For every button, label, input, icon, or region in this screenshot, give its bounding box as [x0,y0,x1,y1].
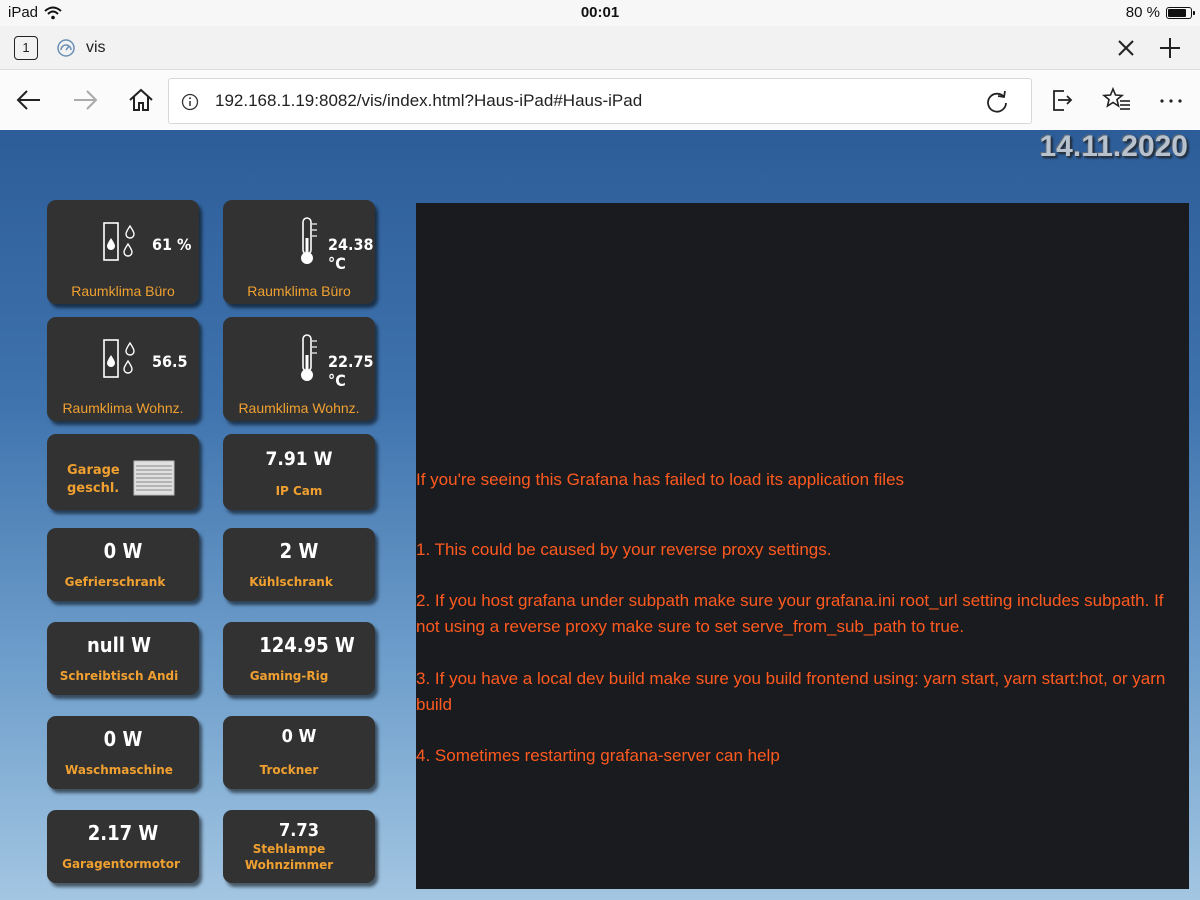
more-icon[interactable] [1156,85,1186,115]
widget-label: IP Cam [275,484,323,498]
grafana-error-item: 2. If you host grafana under subpath mak… [416,591,1164,636]
power-value: 2.17 W [87,821,159,845]
widget-label: Raumklima Büro [247,283,351,299]
climate-widget-buero-temperature[interactable]: 24.38 °C Raumklima Büro [223,200,375,304]
favorites-icon[interactable] [1102,85,1132,115]
grafana-error-item: 4. Sometimes restarting grafana-server c… [416,746,780,765]
power-widget-waschmaschine[interactable]: 0 W Waschmaschine [47,716,199,789]
widget-label: Gaming-Rig [249,669,329,683]
grafana-error-headline: If you're seeing this Grafana has failed… [416,470,905,489]
power-widget-garagentormotor[interactable]: 2.17 W Garagentormotor [47,810,199,883]
power-widget-stehlampe[interactable]: 7.73 Stehlampe Wohnzimmer [223,810,375,883]
battery-icon [1166,6,1195,19]
reload-icon[interactable] [983,88,1011,116]
tab-bar: 1 vis [0,26,1200,70]
widget-label-line2: Wohnzimmer [244,858,334,872]
close-icon[interactable] [1112,34,1140,62]
widget-label: Gefrierschrank [64,575,166,589]
power-value: 2 W [279,539,319,563]
humidity-value: 56.5 [152,352,188,371]
grafana-error-item: 1. This could be caused by your reverse … [416,540,832,559]
tab-vis[interactable]: vis [56,26,106,70]
power-value: 7.73 [279,820,319,841]
widget-label: Kühlschrank [249,575,333,589]
grafana-error-item: 3. If you have a local dev build make su… [416,669,1166,714]
temperature-value: 24.38 °C [328,235,374,273]
home-icon[interactable] [126,85,156,115]
widget-label: Trockner [259,763,319,777]
garage-status-line2: geschl. [67,481,120,496]
info-icon[interactable] [181,93,199,111]
garage-widget[interactable]: Garage geschl. [47,434,199,510]
battery-percent: 80 % [1125,4,1160,21]
widget-label: Raumklima Wohnz. [62,400,184,416]
tab-switcher-button[interactable]: 1 [14,36,38,60]
power-value: 7.91 W [265,448,333,470]
vis-dashboard: 14.11.2020 61 % Raumklima Büro 24.38 °C … [0,130,1200,900]
power-widget-gaming-rig[interactable]: 124.95 W Gaming-Rig [223,622,375,695]
power-widget-trockner[interactable]: 0 W Trockner [223,716,375,789]
widget-label-line1: Stehlampe [252,842,326,856]
widget-label: Schreibtisch Andi [59,669,179,683]
tab-title: vis [86,39,106,56]
power-value: 0 W [281,726,317,747]
date-display: 14.11.2020 [1039,130,1189,163]
power-value: 124.95 W [259,633,355,657]
status-bar: iPad 00:01 80 % [0,0,1200,26]
widget-label: Stehlampe Wohnzimmer [213,841,365,873]
humidity-icon [103,222,135,261]
widget-label: Raumklima Büro [71,283,175,299]
garage-status-line1: Garage [67,463,120,478]
humidity-value: 61 % [152,235,192,254]
plus-icon[interactable] [1156,34,1184,62]
power-widget-gefrierschrank[interactable]: 0 W Gefrierschrank [47,528,199,601]
power-widget-ip-cam[interactable]: 7.91 W IP Cam [223,434,375,510]
temperature-value: 22.75 °C [328,352,374,390]
climate-widget-wohnz-humidity[interactable]: 56.5 Raumklima Wohnz. [47,317,199,421]
garage-door-icon [133,460,175,496]
humidity-icon [103,339,135,378]
back-icon[interactable] [14,85,44,115]
gauge-icon [57,39,75,57]
power-widget-kuehlschrank[interactable]: 2 W Kühlschrank [223,528,375,601]
climate-widget-buero-humidity[interactable]: 61 % Raumklima Büro [47,200,199,304]
share-icon[interactable] [1046,85,1076,115]
url-text[interactable]: 192.168.1.19:8082/vis/index.html?Haus-iP… [215,91,642,111]
widget-label: Raumklima Wohnz. [238,400,360,416]
clock: 00:01 [580,4,620,21]
power-widget-schreibtisch-andi[interactable]: null W Schreibtisch Andi [47,622,199,695]
thermometer-icon [301,334,317,381]
widget-label: Garagentormotor [62,857,180,871]
climate-widget-wohnz-temperature[interactable]: 22.75 °C Raumklima Wohnz. [223,317,375,421]
power-value: null W [86,633,152,657]
power-value: 0 W [103,539,143,563]
grafana-panel: If you're seeing this Grafana has failed… [416,203,1189,889]
forward-icon[interactable] [70,85,100,115]
power-value: 0 W [103,727,143,751]
widget-label: Waschmaschine [65,763,173,777]
url-field[interactable]: 192.168.1.19:8082/vis/index.html?Haus-iP… [168,78,1032,124]
thermometer-icon [301,217,317,264]
